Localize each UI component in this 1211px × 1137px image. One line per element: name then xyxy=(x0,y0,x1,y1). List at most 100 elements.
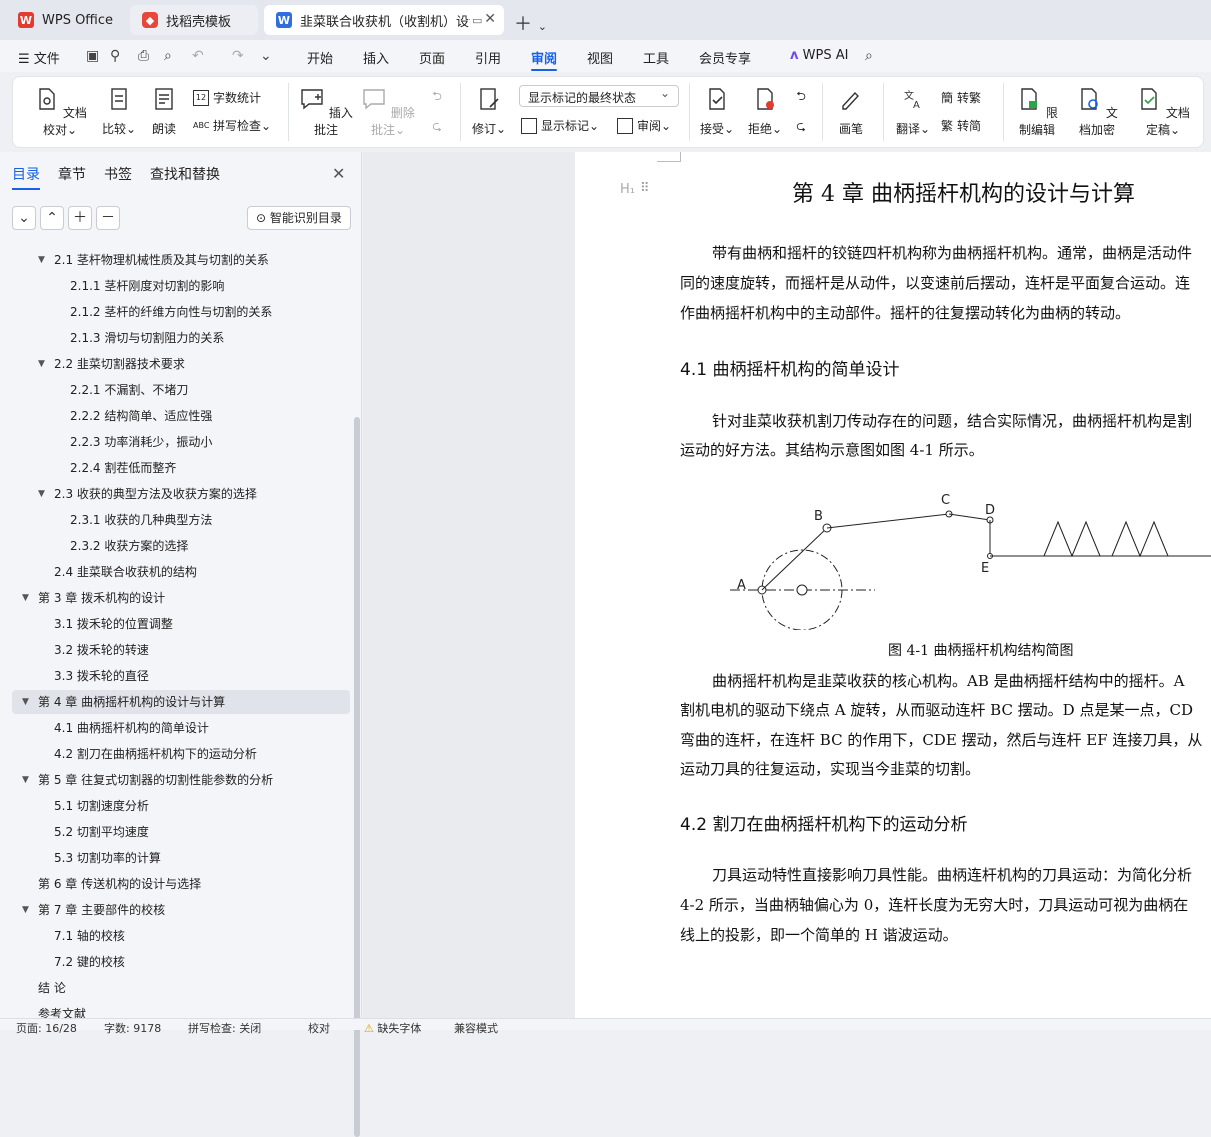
toc-item[interactable]: 4.2 割刀在曲柄摇杆机构下的运动分析 xyxy=(12,742,350,766)
toc-item[interactable]: ▼ 第 7 章 主要部件的校核 xyxy=(12,898,350,922)
toc-item[interactable]: 4.1 曲柄摇杆机构的简单设计 xyxy=(12,716,350,740)
tab-sections[interactable]: 章节 xyxy=(58,164,86,184)
toc-item[interactable]: 2.4 韭菜联合收获机的结构 xyxy=(12,560,350,584)
toc-item[interactable]: 2.1.1 茎杆刚度对切割的影响 xyxy=(12,274,350,298)
toc-item[interactable]: 5.2 切割平均速度 xyxy=(12,820,350,844)
toc-item[interactable]: 5.1 切割速度分析 xyxy=(12,794,350,818)
reject-button[interactable]: 拒绝⌄ xyxy=(745,87,785,137)
monitor-icon[interactable]: ▭ xyxy=(472,14,482,27)
paragraph-line[interactable]: 割机电机的驱动下绕点 A 旋转，从而驱动连杆 BC 摆动。D 点是某一点，CD xyxy=(680,699,1193,720)
paragraph-line[interactable]: 刀具运动特性直接影响刀具性能。曲柄连杆机构的刀具运动：为简化分析 xyxy=(712,864,1192,885)
toc-item[interactable]: 3.2 拨禾轮的转速 xyxy=(12,638,350,662)
restrict-edit-button[interactable]: 限制编辑 xyxy=(1011,87,1063,138)
read-aloud-button[interactable]: 朗读 xyxy=(147,87,181,137)
delete-comment-button[interactable]: 删除批注⌄ xyxy=(359,87,417,138)
toc-item[interactable]: ▼ 第 5 章 往复式切割器的切割性能参数的分析 xyxy=(12,768,350,792)
paragraph-line[interactable]: 运动的好方法。其结构示意图如图 4-1 所示。 xyxy=(680,439,984,460)
tab-bookmarks[interactable]: 书签 xyxy=(104,164,132,184)
insert-comment-button[interactable]: 插入批注 xyxy=(299,87,353,138)
to-simplified-button[interactable]: 繁转简 xyxy=(941,117,981,134)
spell-check-status[interactable]: 拼写检查: 关闭 xyxy=(188,1020,261,1036)
caret-down-icon[interactable]: ▼ xyxy=(22,586,29,610)
save-icon[interactable]: ▣ xyxy=(86,48,99,64)
paragraph-line[interactable]: 弯曲的连杆，在连杆 BC 的作用下，CDE 摆动，然后与连杆 EF 连接刀具，从 xyxy=(680,729,1202,750)
share-icon[interactable]: ⚲ xyxy=(110,48,120,64)
wps-ai-button[interactable]: ʌ WPS AI xyxy=(790,48,848,63)
word-count-status[interactable]: 字数: 9178 xyxy=(104,1020,161,1036)
paragraph-line[interactable]: 4-2 所示，当曲柄轴偏心为 0，连杆长度为无穷大时，刀具运动可视为曲柄在 xyxy=(680,894,1188,915)
toc-item[interactable]: ▼ 2.2 韭菜切割器技术要求 xyxy=(12,352,350,376)
toc-item[interactable]: 2.2.2 结构简单、适应性强 xyxy=(12,404,350,428)
paragraph-line[interactable]: 同的速度旋转，而摇杆是从动件，以变速前后摆动，连杆是平面复合运动。连 xyxy=(680,272,1190,293)
tab-toc[interactable]: 目录 xyxy=(12,164,40,190)
menu-insert[interactable]: 插入 xyxy=(363,48,389,67)
print-preview-icon[interactable]: ⌕ xyxy=(164,48,172,64)
collapse-up-button[interactable]: ⌃ xyxy=(40,206,64,230)
toc-item[interactable]: 2.2.4 割茬低而整齐 xyxy=(12,456,350,480)
toc-item[interactable]: 2.3.1 收获的几种典型方法 xyxy=(12,508,350,532)
word-count-button[interactable]: 12 字数统计 xyxy=(193,89,261,106)
toc-item[interactable]: ▼ 第 4 章 曲柄摇杆机构的设计与计算 xyxy=(12,690,350,714)
print-icon[interactable]: ⎙ xyxy=(138,48,149,64)
toc-item[interactable]: 第 6 章 传送机构的设计与选择 xyxy=(12,872,350,896)
toc-item[interactable]: 2.1.2 茎杆的纤维方向性与切割的关系 xyxy=(12,300,350,324)
file-menu[interactable]: ☰ 文件 xyxy=(18,48,60,67)
menu-reference[interactable]: 引用 xyxy=(475,48,501,67)
menu-home[interactable]: 开始 xyxy=(307,48,333,67)
proofread-status[interactable]: 校对 xyxy=(308,1020,330,1036)
chevron-down-icon[interactable]: ⌄ xyxy=(538,20,547,33)
toc-item[interactable]: ▼ 2.1 茎杆物理机械性质及其与切割的关系 xyxy=(12,248,350,272)
chapter-title[interactable]: 第 4 章 曲柄摇杆机构的设计与计算 xyxy=(792,176,1135,208)
paragraph-line[interactable]: 曲柄摇杆机构是韭菜收获的核心机构。AB 是曲柄摇杆结构中的摇杆。A xyxy=(712,670,1184,691)
expand-down-button[interactable]: ⌄ xyxy=(12,206,36,230)
undo-icon[interactable]: ↶ xyxy=(192,48,204,64)
toc-item[interactable]: ▼ 2.3 收获的典型方法及收获方案的选择 xyxy=(12,482,350,506)
page-indicator[interactable]: 页面: 16/28 xyxy=(16,1020,77,1036)
tab-document[interactable]: W 韭菜联合收获机（收割机）设计 ▭ ✕ xyxy=(264,5,504,35)
next-comment-button[interactable]: ⮎ xyxy=(427,117,447,138)
pen-button[interactable]: 画笔 xyxy=(833,87,869,137)
translate-button[interactable]: 文A 翻译⌄ xyxy=(893,87,933,137)
toc-item[interactable]: 7.1 轴的校核 xyxy=(12,924,350,948)
spell-check-button[interactable]: ABC 拼写检查 ⌄ xyxy=(193,117,271,134)
missing-font-status[interactable]: ⚠ 缺失字体 xyxy=(364,1020,421,1036)
paragraph-line[interactable]: 线上的投影，即一个简单的 H 谐波运动。 xyxy=(680,924,958,945)
doc-check-button[interactable]: 文档校对⌄ xyxy=(29,87,91,138)
paragraph-line[interactable]: 运动刀具的往复运动，实现当今韭菜的切割。 xyxy=(680,758,980,779)
tab-find-replace[interactable]: 查找和替换 xyxy=(150,164,220,184)
prev-comment-button[interactable]: ⮌ xyxy=(427,87,447,108)
caret-down-icon[interactable]: ▼ xyxy=(22,768,29,792)
paragraph-line[interactable]: 带有曲柄和摇杆的铰链四杆机构称为曲柄摇杆机构。通常，曲柄是活动件 xyxy=(712,242,1192,263)
toc-item[interactable]: 2.2.3 功率消耗少，振动小 xyxy=(12,430,350,454)
tab-wps-office[interactable]: W WPS Office xyxy=(6,5,124,35)
menu-page[interactable]: 页面 xyxy=(419,48,445,67)
revise-button[interactable]: 修订⌄ xyxy=(469,87,509,137)
caret-down-icon[interactable]: ▼ xyxy=(22,690,29,714)
caret-down-icon[interactable]: ▼ xyxy=(22,898,29,922)
tab-templates[interactable]: ◆ 找稻壳模板 xyxy=(130,5,258,35)
finalize-button[interactable]: 文档定稿⌄ xyxy=(1131,87,1195,138)
heading-marker[interactable]: H₁ xyxy=(620,182,635,197)
drag-handle-icon[interactable]: ⠿ xyxy=(640,181,650,196)
close-icon[interactable]: ✕ xyxy=(484,11,496,27)
new-tab-button[interactable]: ＋ ⌄ xyxy=(514,10,547,36)
toc-item[interactable]: 7.2 键的校核 xyxy=(12,950,350,974)
caret-down-icon[interactable]: ▼ xyxy=(38,352,45,376)
menu-review[interactable]: 审阅 xyxy=(531,48,558,71)
chevron-down-icon[interactable]: ⌄ xyxy=(260,48,272,64)
search-icon[interactable]: ⌕ xyxy=(865,48,873,64)
next-change-button[interactable]: ⮎ xyxy=(791,117,811,138)
menu-view[interactable]: 视图 xyxy=(587,48,613,67)
caret-down-icon[interactable]: ▼ xyxy=(38,248,45,272)
toc-item[interactable]: ▼ 第 3 章 拨禾机构的设计 xyxy=(12,586,350,610)
close-icon[interactable]: ✕ xyxy=(332,164,345,183)
section-heading[interactable]: 4.1 曲柄摇杆机构的简单设计 xyxy=(680,355,899,380)
section-heading[interactable]: 4.2 割刀在曲柄摇杆机构下的运动分析 xyxy=(680,810,967,835)
toc-item[interactable]: 3.3 拨禾轮的直径 xyxy=(12,664,350,688)
menu-member[interactable]: 会员专享 xyxy=(699,48,751,67)
to-traditional-button[interactable]: 簡转繁 xyxy=(941,89,981,106)
figure-caption[interactable]: 图 4-1 曲柄摇杆机构结构简图 xyxy=(888,640,1073,660)
toc-item[interactable]: 结 论 xyxy=(12,976,350,1000)
prev-change-button[interactable]: ⮌ xyxy=(791,87,811,108)
toc-item[interactable]: 2.2.1 不漏割、不堵刀 xyxy=(12,378,350,402)
